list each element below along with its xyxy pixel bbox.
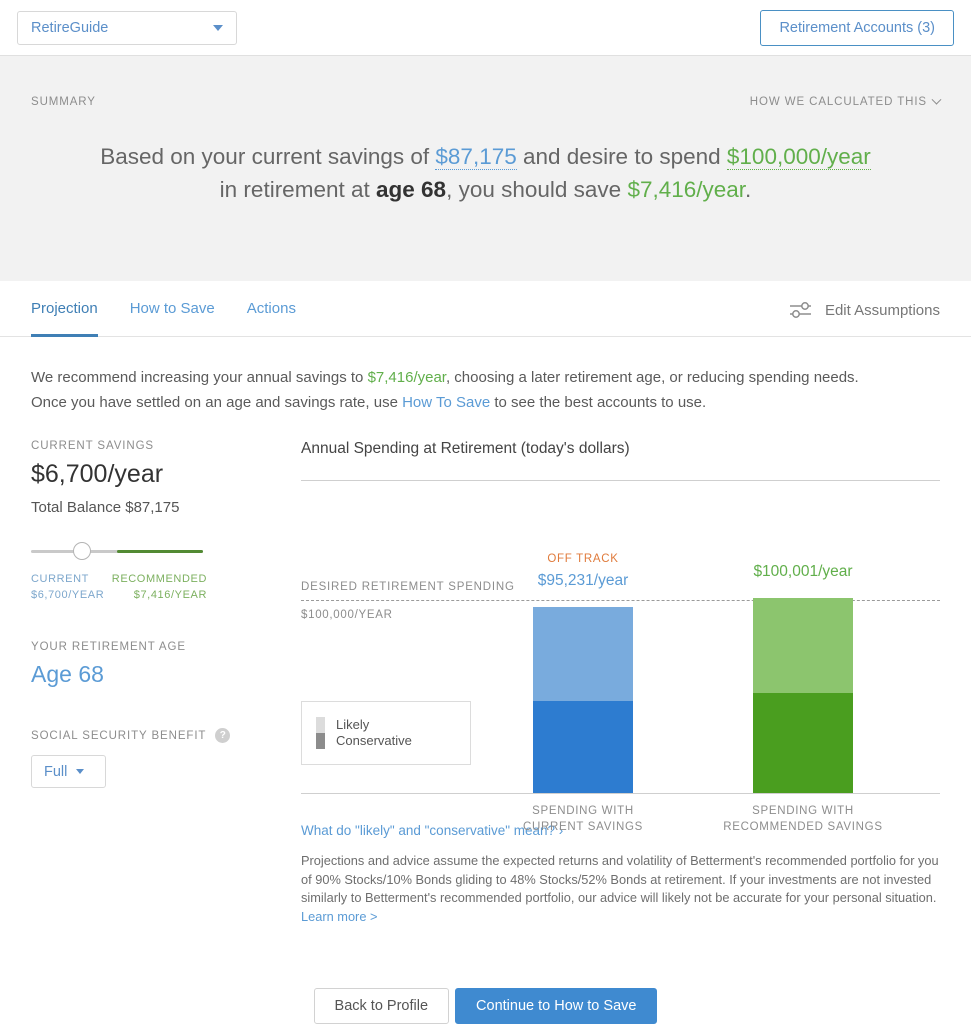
bar-segment-likely-current	[533, 607, 633, 701]
recommendation-line-1: We recommend increasing your annual savi…	[31, 365, 940, 390]
y-axis-tick-label: $100,000/YEAR	[301, 609, 393, 621]
slider-recommended-value: $7,416/YEAR	[133, 589, 207, 601]
chart-title: Annual Spending at Retirement (today's d…	[301, 440, 630, 457]
reco-text-4: to see the best accounts to use.	[490, 394, 707, 411]
social-security-value: Full	[44, 763, 68, 780]
footer-actions: Back to Profile Continue to How to Save	[0, 988, 971, 1024]
bar-recommended-savings[interactable]	[753, 598, 853, 793]
slider-legend: CURRENT $6,700/YEAR RECOMMENDED $7,416/Y…	[31, 571, 207, 603]
retireguide-dropdown[interactable]: RetireGuide	[17, 10, 237, 45]
summary-current-savings-value[interactable]: $87,175	[435, 144, 517, 170]
legend-label-conservative: Conservative	[336, 733, 412, 748]
chevron-down-icon	[76, 769, 85, 774]
status-badge-off-track: OFF TRACK	[547, 553, 619, 565]
social-security-label: SOCIAL SECURITY BENEFIT	[31, 729, 207, 742]
current-savings-label: CURRENT SAVINGS	[31, 440, 154, 452]
bar-caption-current: SPENDING WITH CURRENT SAVINGS	[478, 803, 688, 835]
tab-how-to-save[interactable]: How to Save	[130, 281, 215, 336]
slider-recommended-label: RECOMMENDED	[111, 573, 207, 585]
reco-text-1: We recommend increasing your annual savi…	[31, 369, 368, 386]
summary-text-3: in retirement at	[219, 177, 376, 202]
main-content: CURRENT SAVINGS $6,700/year Total Balanc…	[0, 415, 971, 926]
chart-disclaimer: Projections and advice assume the expect…	[301, 852, 940, 926]
current-savings-value: $6,700/year	[31, 460, 164, 488]
learn-more-link[interactable]: Learn more >	[301, 909, 377, 924]
summary-section-label: SUMMARY	[31, 96, 96, 108]
sliders-icon	[789, 302, 811, 318]
reco-text-3: Once you have settled on an age and savi…	[31, 394, 403, 411]
tab-actions[interactable]: Actions	[247, 281, 296, 336]
summary-panel: SUMMARY HOW WE CALCULATED THIS Based on …	[0, 56, 971, 281]
bar-value-label-recommended: $100,001/year	[753, 563, 853, 580]
chart-baseline	[301, 793, 940, 794]
savings-slider[interactable]	[31, 542, 203, 562]
how-to-save-link[interactable]: How To Save	[402, 394, 490, 411]
summary-text-5: .	[745, 177, 752, 202]
legend-swatch-likely	[316, 717, 325, 733]
slider-current-label: CURRENT	[31, 573, 89, 585]
summary-text-4: , you should save	[446, 177, 628, 202]
reco-text-2: , choosing a later retirement age, or re…	[445, 369, 859, 386]
summary-header: SUMMARY HOW WE CALCULATED THIS	[31, 56, 942, 108]
continue-to-how-to-save-button[interactable]: Continue to How to Save	[455, 988, 658, 1024]
help-icon[interactable]: ?	[215, 728, 231, 743]
bar-segment-conservative-recommended	[753, 693, 853, 793]
reference-line-label: DESIRED RETIREMENT SPENDING	[301, 581, 515, 593]
tab-list: Projection How to Save Actions	[31, 281, 296, 337]
reco-recommended-amount: $7,416/year	[367, 369, 446, 386]
social-security-dropdown[interactable]: Full	[31, 755, 106, 788]
bar-caption-recommended-line2: RECOMMENDED SAVINGS	[723, 821, 883, 833]
retirement-accounts-button[interactable]: Retirement Accounts (3)	[760, 9, 954, 46]
tab-bar: Projection How to Save Actions Edit Assu…	[0, 281, 971, 337]
slider-current-value: $6,700/YEAR	[31, 589, 105, 601]
chart-plot-area: DESIRED RETIREMENT SPENDING $100,000/YEA…	[301, 481, 940, 833]
retirement-age-value[interactable]: Age 68	[31, 661, 271, 688]
slider-track-recommended	[117, 550, 203, 553]
chart-panel: Annual Spending at Retirement (today's d…	[301, 440, 940, 926]
slider-recommended-group: RECOMMENDED $7,416/YEAR	[112, 571, 207, 603]
total-balance-value: Total Balance $87,175	[31, 499, 180, 516]
tab-projection[interactable]: Projection	[31, 281, 98, 337]
chevron-down-icon	[931, 94, 942, 105]
edit-assumptions-label: Edit Assumptions	[824, 301, 940, 319]
bar-caption-current-line2: CURRENT SAVINGS	[523, 821, 643, 833]
controls-sidebar: CURRENT SAVINGS $6,700/year Total Balanc…	[31, 440, 271, 926]
summary-sentence: Based on your current savings of $87,175…	[31, 140, 940, 206]
summary-desired-spending-value[interactable]: $100,000/year	[726, 144, 871, 170]
legend-swatch	[316, 717, 325, 749]
recommendation-text: We recommend increasing your annual savi…	[0, 337, 971, 415]
legend-swatch-conservative	[316, 733, 325, 749]
bar-caption-recommended: SPENDING WITH RECOMMENDED SAVINGS	[698, 803, 908, 835]
slider-handle[interactable]	[73, 542, 91, 560]
summary-text-1: Based on your current savings of	[100, 144, 436, 169]
legend-labels: Likely Conservative	[336, 717, 412, 749]
how-we-calculated-this-toggle[interactable]: HOW WE CALCULATED THIS	[749, 94, 942, 108]
bar-caption-current-line1: SPENDING WITH	[532, 805, 634, 817]
slider-current-group: CURRENT $6,700/YEAR	[31, 571, 104, 603]
bar-value-label-current: $95,231/year	[537, 572, 629, 589]
retireguide-dropdown-label: RetireGuide	[31, 19, 109, 36]
bar-caption-recommended-line1: SPENDING WITH	[752, 805, 854, 817]
chart-legend: Likely Conservative	[301, 701, 471, 765]
summary-age-value: age 68	[376, 177, 447, 202]
retirement-age-label: YOUR RETIREMENT AGE	[31, 641, 186, 653]
bar-segment-likely-recommended	[753, 598, 853, 693]
how-we-calculated-this-label: HOW WE CALCULATED THIS	[749, 96, 927, 108]
chart-disclaimer-text: Projections and advice assume the expect…	[301, 853, 939, 905]
chevron-down-icon	[213, 24, 223, 31]
bar-segment-conservative-current	[533, 701, 633, 793]
summary-recommended-savings-value: $7,416/year	[627, 177, 746, 202]
legend-label-likely: Likely	[336, 717, 370, 732]
recommendation-line-2: Once you have settled on an age and savi…	[31, 390, 940, 415]
summary-text-2: and desire to spend	[516, 144, 727, 169]
top-bar: RetireGuide Retirement Accounts (3)	[0, 0, 971, 56]
social-security-row: SOCIAL SECURITY BENEFIT ?	[31, 728, 271, 743]
edit-assumptions-button[interactable]: Edit Assumptions	[788, 300, 940, 336]
bar-current-savings[interactable]	[533, 607, 633, 793]
back-to-profile-button[interactable]: Back to Profile	[313, 988, 450, 1024]
